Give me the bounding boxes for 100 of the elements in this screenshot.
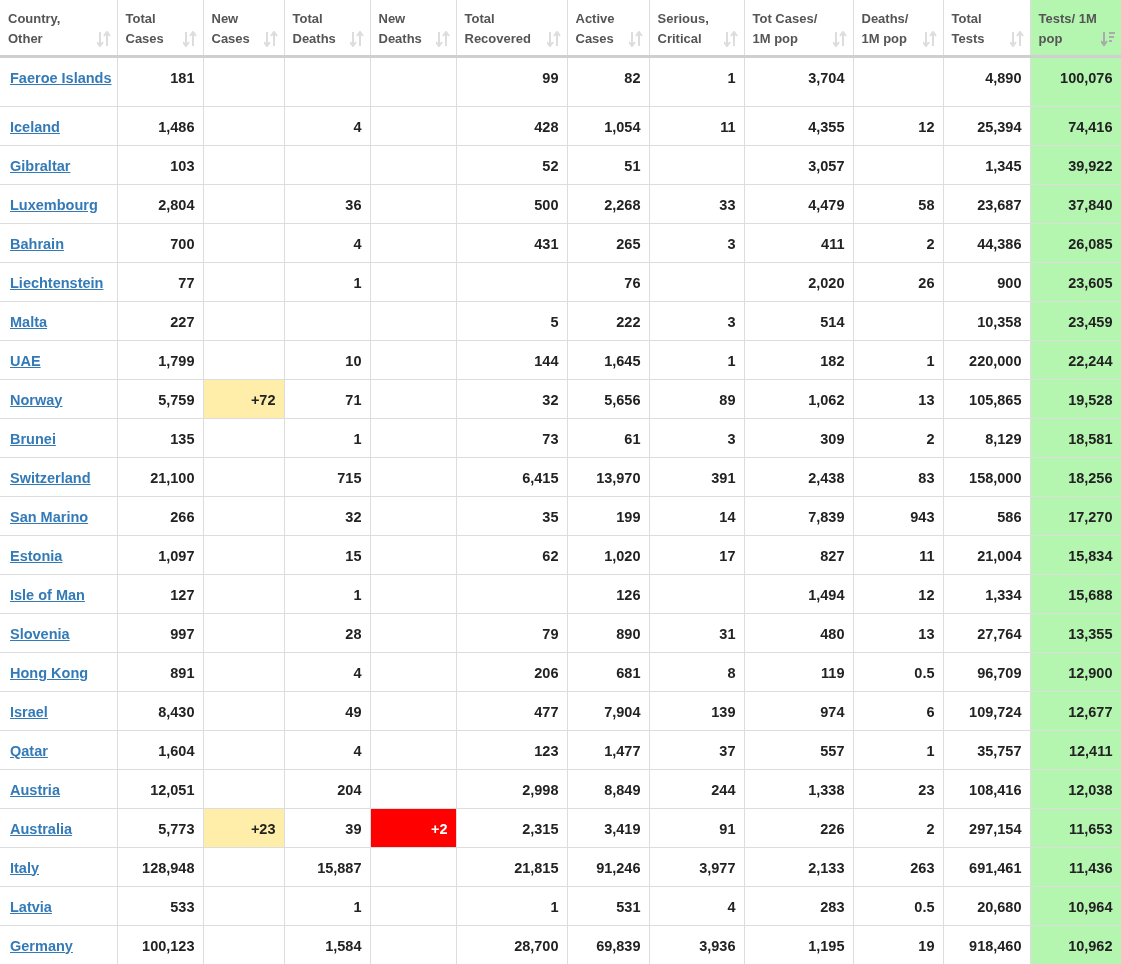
table-cell-text: 128,948: [141, 858, 196, 877]
table-cell-text: 1,584: [324, 936, 363, 955]
column-header[interactable]: Total Tests: [951, 8, 1010, 49]
table-cell-text: 1: [726, 351, 737, 370]
table-cell-text: 21,815: [513, 858, 560, 877]
table-cell-text: 1,345: [984, 156, 1023, 175]
country-link[interactable]: Faeroe Islands: [10, 67, 112, 89]
country-link[interactable]: Germany: [10, 935, 73, 957]
column-header[interactable]: Deaths/ 1M pop: [861, 8, 923, 49]
column-header[interactable]: New Deaths: [378, 8, 436, 49]
table-cell-text: 74,416: [1067, 117, 1114, 136]
sort-icon[interactable]: [435, 30, 450, 47]
table-cell-text: 890: [615, 624, 642, 643]
table-cell-text: 18,581: [1067, 429, 1114, 448]
table-cell-text: 900: [996, 273, 1023, 292]
table-cell-text: 2,268: [603, 195, 642, 214]
table-cell-text: 21,004: [976, 546, 1023, 565]
country-link[interactable]: UAE: [10, 350, 41, 372]
country-link[interactable]: Qatar: [10, 740, 48, 762]
sort-icon[interactable]: [96, 30, 111, 47]
table-cell-text: 11: [719, 117, 737, 136]
country-link[interactable]: Slovenia: [10, 623, 70, 645]
table-cell-text: 7,904: [603, 702, 642, 721]
country-link[interactable]: Brunei: [10, 428, 56, 450]
column-header[interactable]: Active Cases: [575, 8, 629, 49]
column-header[interactable]: Total Recovered: [464, 8, 547, 49]
table-cell-text: 39,922: [1067, 156, 1114, 175]
column-header[interactable]: Total Cases: [125, 8, 183, 49]
table-cell-text: 10,964: [1067, 897, 1114, 916]
column-header[interactable]: Tot Cases/ 1M pop: [752, 8, 833, 49]
sort-icon[interactable]: [723, 30, 738, 47]
table-cell-text: 2,804: [157, 195, 196, 214]
table-cell-text: 297,154: [968, 819, 1023, 838]
table-cell-text: 13: [917, 624, 936, 643]
sort-descending-icon[interactable]: [1100, 30, 1115, 47]
table-cell-text: 5,656: [603, 390, 642, 409]
table-cell-text: 36: [344, 195, 363, 214]
table-cell-text: 89: [718, 390, 737, 409]
table-cell-text: 2,438: [807, 468, 846, 487]
table-cell-text: 15,887: [316, 858, 363, 877]
table-cell-text: 700: [169, 234, 196, 253]
table-cell-text: 73: [541, 429, 560, 448]
table-cell-text: 17,270: [1067, 507, 1114, 526]
country-link[interactable]: Switzerland: [10, 467, 91, 489]
table-cell-text: 71: [344, 390, 363, 409]
country-link[interactable]: Norway: [10, 389, 63, 411]
sort-icon[interactable]: [182, 30, 197, 47]
table-cell-text: 8,430: [157, 702, 196, 721]
country-link[interactable]: Latvia: [10, 896, 52, 918]
table-cell-text: 123: [533, 741, 560, 760]
country-link[interactable]: Luxembourg: [10, 194, 98, 216]
country-link[interactable]: Austria: [10, 779, 60, 801]
table-cell-text: 99: [541, 68, 560, 87]
sort-icon[interactable]: [628, 30, 643, 47]
country-link[interactable]: Estonia: [10, 545, 63, 567]
table-cell-text: 1: [925, 351, 936, 370]
country-link[interactable]: Israel: [10, 701, 48, 723]
table-cell-text: 27,764: [976, 624, 1023, 643]
column-header[interactable]: New Cases: [211, 8, 264, 49]
country-link[interactable]: San Marino: [10, 506, 89, 528]
table-cell-text: 997: [169, 624, 196, 643]
table-cell-text: 77: [177, 273, 196, 292]
table-cell-text: 3: [726, 234, 737, 253]
country-link[interactable]: Isle of Man: [10, 584, 85, 606]
table-cell-text: 2,133: [807, 858, 846, 877]
table-cell-text: 135: [169, 429, 196, 448]
sort-icon[interactable]: [922, 30, 937, 47]
sort-icon[interactable]: [1009, 30, 1024, 47]
country-link[interactable]: Malta: [10, 311, 48, 333]
country-link[interactable]: Bahrain: [10, 233, 64, 255]
sort-icon[interactable]: [349, 30, 364, 47]
table-cell-text: 11,653: [1067, 819, 1114, 838]
table-cell-text: 266: [169, 507, 196, 526]
sort-icon[interactable]: [546, 30, 561, 47]
table-cell-text: 586: [996, 507, 1023, 526]
table-cell-text: 428: [533, 117, 560, 136]
table-cell-text: 0.5: [913, 663, 936, 682]
country-link[interactable]: Iceland: [10, 116, 60, 138]
table-cell-text: 12,038: [1067, 780, 1114, 799]
country-link[interactable]: Australia: [10, 818, 73, 840]
country-link[interactable]: Italy: [10, 857, 39, 879]
country-link[interactable]: Liechtenstein: [10, 272, 104, 294]
country-link[interactable]: Gibraltar: [10, 155, 71, 177]
table-cell-text: 139: [710, 702, 737, 721]
sort-icon[interactable]: [832, 30, 847, 47]
table-cell-text: 10,358: [976, 312, 1023, 331]
table-cell-text: 531: [615, 897, 642, 916]
table-cell-text: 309: [819, 429, 846, 448]
column-header[interactable]: Serious, Critical: [657, 8, 724, 49]
table-cell-text: 52: [541, 156, 560, 175]
table-cell-text: 12,900: [1067, 663, 1114, 682]
table-cell-text: 23,605: [1067, 273, 1114, 292]
column-header[interactable]: Total Deaths: [292, 8, 350, 49]
table-cell-text: 79: [541, 624, 560, 643]
table-cell-text: 5,759: [157, 390, 196, 409]
country-link[interactable]: Hong Kong: [10, 662, 89, 684]
table-cell-text: 28,700: [513, 936, 560, 955]
column-header[interactable]: Country, Other: [8, 8, 97, 49]
table-cell-text: 26,085: [1067, 234, 1114, 253]
sort-icon[interactable]: [263, 30, 278, 47]
